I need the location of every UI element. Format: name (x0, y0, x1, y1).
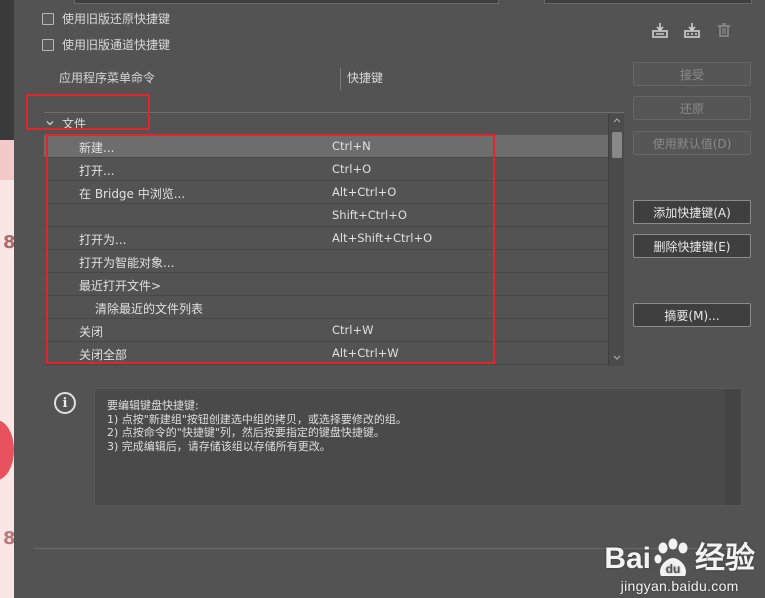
table-row[interactable]: 关闭全部 Alt+Ctrl+W (44, 342, 608, 365)
shortcut-table: 新建... Ctrl+N 打开... Ctrl+O 在 Bridge 中浏览... Alt… (44, 135, 608, 365)
instructions-line: 3) 完成编辑后，请存储该组以存储所有更改。 (107, 439, 331, 453)
scroll-up-icon[interactable] (612, 116, 622, 126)
baidu-jingyan-watermark: Bai du 经验 jingyan.baidu.com (604, 538, 755, 594)
shortcut-cell[interactable]: Shift+Ctrl+O (332, 208, 407, 222)
shortcut-cell[interactable]: Ctrl+W (332, 323, 373, 337)
save-set-icon[interactable] (650, 20, 670, 40)
shortcut-cell[interactable]: Alt+Ctrl+O (332, 185, 396, 199)
table-row[interactable]: 新建... Ctrl+N (44, 135, 608, 158)
group-label: 文件 (62, 116, 87, 131)
command-cell: 关闭全部 (79, 348, 128, 362)
shortcut-cell[interactable]: Ctrl+N (332, 139, 371, 153)
table-row[interactable]: 在 Bridge 中浏览... Alt+Ctrl+O (44, 181, 608, 204)
group-row-file[interactable]: 文件 (44, 114, 608, 132)
column-divider[interactable] (340, 68, 341, 90)
instructions-line: 1) 点按"新建组"按钮创建选中组的拷贝，或选择要修改的组。 (107, 412, 407, 426)
summarize-button[interactable]: 摘要(M)... (633, 303, 751, 327)
paw-icon: du (653, 538, 693, 580)
watermark-logo-right: 经验 (695, 542, 755, 575)
instructions-heading: 要编辑键盘快捷键: (107, 399, 199, 412)
table-row[interactable]: 打开为智能对象... (44, 250, 608, 273)
command-cell: 新建... (79, 141, 115, 155)
instructions-scrollbar[interactable] (725, 389, 741, 505)
legacy-undo-option[interactable]: 使用旧版还原快捷键 (42, 10, 170, 27)
command-cell: 打开为... (79, 233, 127, 247)
undo-button[interactable]: 还原 (633, 96, 751, 120)
table-row[interactable]: 最近打开文件> (44, 273, 608, 296)
accept-button[interactable]: 接受 (633, 62, 751, 86)
chevron-down-icon[interactable] (44, 117, 56, 129)
scroll-down-icon[interactable] (612, 354, 622, 364)
legacy-channel-label: 使用旧版通道快捷键 (62, 38, 171, 52)
background-page-strip: 8 8 (0, 0, 14, 598)
command-cell: 打开... (79, 164, 115, 178)
command-cell: 关闭 (79, 325, 104, 339)
table-scrollbar[interactable] (608, 114, 624, 366)
shortcut-column-header[interactable]: 快捷键 (347, 62, 383, 92)
table-row[interactable]: 打开... Ctrl+O (44, 158, 608, 181)
instructions-line: 2) 点按命令的"快捷键"列，然后按要指定的键盘快捷键。 (107, 426, 385, 439)
legacy-channel-option[interactable]: 使用旧版通道快捷键 (42, 36, 170, 53)
use-default-button[interactable]: 使用默认值(D) (633, 131, 751, 155)
shortcuts-for-select-field[interactable] (544, 0, 752, 4)
scroll-thumb[interactable] (612, 132, 622, 158)
delete-shortcut-button[interactable]: 删除快捷键(E) (633, 234, 751, 258)
info-icon: i (54, 392, 76, 414)
svg-text:du: du (666, 562, 681, 576)
legacy-undo-checkbox[interactable] (42, 12, 54, 25)
legacy-undo-label: 使用旧版还原快捷键 (62, 12, 171, 26)
legacy-channel-checkbox[interactable] (42, 38, 54, 51)
set-select-field[interactable] (74, 0, 499, 4)
command-column-header[interactable]: 应用程序菜单命令 (59, 62, 155, 92)
keyboard-shortcuts-dialog: 使用旧版还原快捷键 使用旧版通道快捷键 应用程序菜单命令 快捷键 文件 新建..… (14, 0, 765, 598)
table-row[interactable]: 打开为... Alt+Shift+Ctrl+O (44, 227, 608, 250)
save-as-set-icon[interactable] (682, 20, 702, 40)
table-row[interactable]: 关闭 Ctrl+W (44, 319, 608, 342)
delete-set-icon[interactable] (714, 20, 734, 40)
watermark-url: jingyan.baidu.com (620, 578, 739, 594)
instructions-box: 要编辑键盘快捷键: 1) 点按"新建组"按钮创建选中组的拷贝，或选择要修改的组。… (94, 388, 742, 506)
shortcut-cell[interactable]: Alt+Shift+Ctrl+O (332, 231, 432, 245)
table-row[interactable]: Shift+Ctrl+O (44, 204, 608, 227)
command-cell: 打开为智能对象... (79, 256, 175, 270)
command-cell: 最近打开文件> (79, 279, 162, 293)
table-row[interactable]: 清除最近的文件列表 (44, 296, 608, 319)
add-shortcut-button[interactable]: 添加快捷键(A) (633, 200, 751, 224)
command-cell: 清除最近的文件列表 (95, 302, 204, 316)
shortcut-cell[interactable]: Alt+Ctrl+W (332, 346, 399, 360)
watermark-logo-left: Bai (604, 542, 651, 575)
command-cell: 在 Bridge 中浏览... (79, 187, 186, 201)
shortcut-cell[interactable]: Ctrl+O (332, 162, 371, 176)
